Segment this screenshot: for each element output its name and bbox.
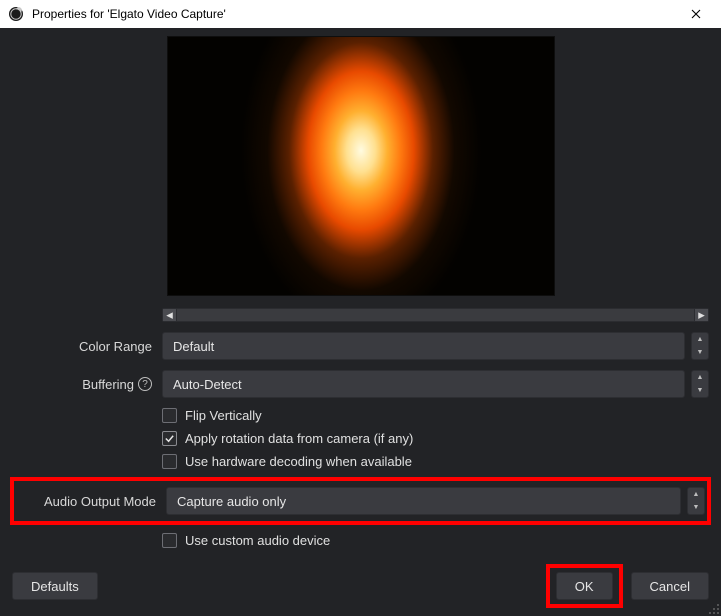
custom-audio-device-label: Use custom audio device bbox=[185, 533, 330, 548]
properties-dialog: Properties for 'Elgato Video Capture' ◂ … bbox=[0, 0, 721, 610]
obs-app-icon bbox=[8, 6, 24, 22]
chevron-up-icon: ▲ bbox=[692, 333, 708, 346]
hw-decoding-checkbox[interactable] bbox=[162, 454, 177, 469]
buffering-label: Buffering ? bbox=[12, 377, 162, 392]
close-icon bbox=[691, 9, 701, 19]
color-range-row: Color Range Default ▲ ▼ bbox=[12, 332, 709, 360]
dialog-footer: Defaults OK Cancel bbox=[12, 556, 709, 608]
audio-output-mode-label: Audio Output Mode bbox=[16, 494, 166, 509]
hw-decoding-label: Use hardware decoding when available bbox=[185, 454, 412, 469]
buffering-label-text: Buffering bbox=[82, 377, 134, 392]
color-range-stepper[interactable]: ▲ ▼ bbox=[691, 332, 709, 360]
close-button[interactable] bbox=[675, 0, 717, 28]
buffering-stepper[interactable]: ▲ ▼ bbox=[691, 370, 709, 398]
flip-vertically-checkbox[interactable] bbox=[162, 408, 177, 423]
chevron-up-icon: ▲ bbox=[692, 371, 708, 384]
chevron-down-icon: ▼ bbox=[692, 346, 708, 359]
chevron-down-icon: ▼ bbox=[692, 384, 708, 397]
ok-button-highlight: OK bbox=[546, 564, 623, 608]
audio-output-mode-stepper[interactable]: ▲ ▼ bbox=[687, 487, 705, 515]
color-range-select[interactable]: Default bbox=[162, 332, 685, 360]
buffering-select[interactable]: Auto-Detect bbox=[162, 370, 685, 398]
audio-output-mode-row: Audio Output Mode Capture audio only ▲ ▼ bbox=[16, 487, 705, 515]
settings-form: Color Range Default ▲ ▼ Buffering ? Auto… bbox=[12, 332, 709, 556]
audio-output-mode-highlight: Audio Output Mode Capture audio only ▲ ▼ bbox=[10, 477, 711, 525]
help-icon[interactable]: ? bbox=[138, 377, 152, 391]
audio-output-mode-select[interactable]: Capture audio only bbox=[166, 487, 681, 515]
ok-button[interactable]: OK bbox=[556, 572, 613, 600]
window-title: Properties for 'Elgato Video Capture' bbox=[32, 7, 675, 21]
custom-audio-device-row: Use custom audio device bbox=[162, 533, 709, 548]
flip-vertically-row: Flip Vertically bbox=[162, 408, 709, 423]
flip-vertically-label: Flip Vertically bbox=[185, 408, 262, 423]
cancel-button[interactable]: Cancel bbox=[631, 572, 709, 600]
scroll-right-icon[interactable]: ▸ bbox=[694, 309, 708, 321]
apply-rotation-checkbox[interactable] bbox=[162, 431, 177, 446]
defaults-button[interactable]: Defaults bbox=[12, 572, 98, 600]
titlebar: Properties for 'Elgato Video Capture' bbox=[0, 0, 721, 28]
buffering-row: Buffering ? Auto-Detect ▲ ▼ bbox=[12, 370, 709, 398]
hw-decoding-row: Use hardware decoding when available bbox=[162, 454, 709, 469]
buffering-value: Auto-Detect bbox=[173, 377, 242, 392]
custom-audio-device-checkbox[interactable] bbox=[162, 533, 177, 548]
video-preview bbox=[167, 36, 555, 296]
dialog-content: ◂ ▸ Color Range Default ▲ ▼ Buffering ? bbox=[0, 28, 721, 616]
audio-output-mode-value: Capture audio only bbox=[177, 494, 286, 509]
color-range-label: Color Range bbox=[12, 339, 162, 354]
settings-scrollbar[interactable]: ◂ ▸ bbox=[162, 308, 709, 322]
chevron-up-icon: ▲ bbox=[688, 488, 704, 501]
preview-area bbox=[12, 28, 709, 296]
scroll-left-icon[interactable]: ◂ bbox=[163, 309, 177, 321]
color-range-value: Default bbox=[173, 339, 214, 354]
apply-rotation-label: Apply rotation data from camera (if any) bbox=[185, 431, 413, 446]
apply-rotation-row: Apply rotation data from camera (if any) bbox=[162, 431, 709, 446]
check-icon bbox=[164, 433, 175, 444]
chevron-down-icon: ▼ bbox=[688, 501, 704, 514]
resize-grip-icon[interactable] bbox=[708, 603, 720, 615]
